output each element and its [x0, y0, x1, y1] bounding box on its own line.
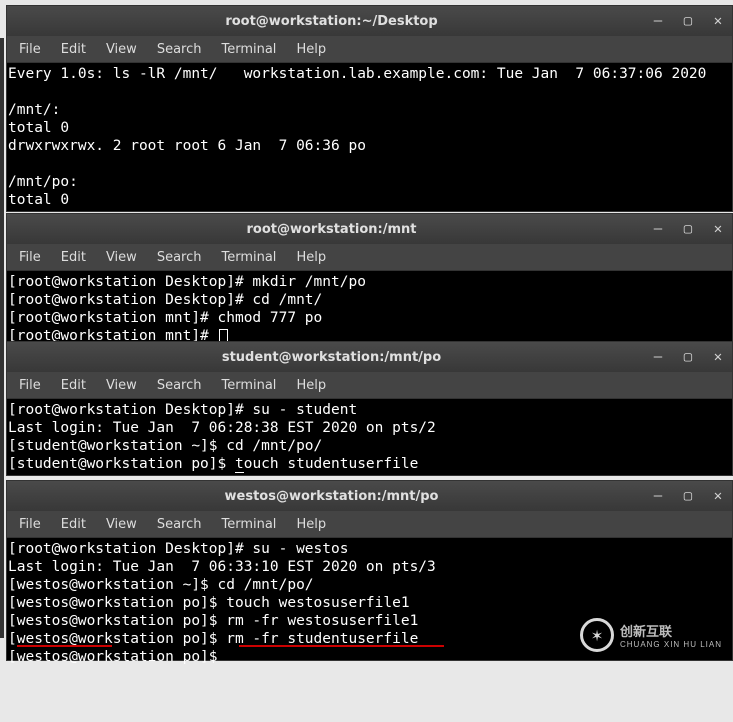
menu-edit[interactable]: Edit: [53, 39, 94, 60]
menu-help[interactable]: Help: [288, 247, 334, 268]
menubar: File Edit View Search Terminal Help: [7, 244, 732, 271]
menu-terminal[interactable]: Terminal: [213, 375, 284, 396]
maximize-icon[interactable]: ▢: [680, 221, 696, 237]
window-title: root@workstation:~/Desktop: [13, 14, 650, 29]
watermark-text-cn: 创新互联: [620, 621, 722, 640]
menubar: File Edit View Search Terminal Help: [7, 372, 732, 399]
titlebar[interactable]: student@workstation:/mnt/po — ▢ ✕: [7, 342, 732, 372]
menu-search[interactable]: Search: [149, 514, 210, 535]
close-icon[interactable]: ✕: [710, 221, 726, 237]
line: /mnt/:: [8, 102, 60, 118]
menu-terminal[interactable]: Terminal: [213, 247, 284, 268]
menu-search[interactable]: Search: [149, 375, 210, 396]
line: [student@workstation ~]$ cd /mnt/po/: [8, 438, 322, 454]
line: total 0: [8, 192, 69, 208]
window-title: root@workstation:/mnt: [13, 222, 650, 237]
titlebar[interactable]: root@workstation:/mnt — ▢ ✕: [7, 214, 732, 244]
cmd-frag: ouch studentuserfile: [244, 456, 419, 472]
watermark-text-en: CHUANG XIN HU LIAN: [620, 640, 722, 649]
menu-file[interactable]: File: [11, 514, 49, 535]
menu-help[interactable]: Help: [288, 39, 334, 60]
maximize-icon[interactable]: ▢: [680, 13, 696, 29]
menu-file[interactable]: File: [11, 375, 49, 396]
menu-help[interactable]: Help: [288, 375, 334, 396]
prompt: [westos@workstation po]$: [8, 649, 226, 665]
cmd-frag: t: [235, 456, 244, 473]
line: drwxrwxrwx. 2 root root 6 Jan 7 06:36 po: [8, 138, 366, 154]
menu-help[interactable]: Help: [288, 514, 334, 535]
close-icon[interactable]: ✕: [710, 13, 726, 29]
menu-view[interactable]: View: [98, 247, 145, 268]
menu-view[interactable]: View: [98, 375, 145, 396]
minimize-icon[interactable]: —: [650, 488, 666, 504]
terminal-output[interactable]: Every 1.0s: ls -lR /mnt/ workstation.lab…: [7, 63, 732, 211]
line: [westos@workstation po]$ touch westosuse…: [8, 595, 410, 611]
line: [root@workstation Desktop]# su - student: [8, 402, 357, 418]
window-title: student@workstation:/mnt/po: [13, 350, 650, 365]
window-title: westos@workstation:/mnt/po: [13, 489, 650, 504]
terminal-output[interactable]: [root@workstation Desktop]# mkdir /mnt/p…: [7, 271, 732, 347]
line: Every 1.0s: ls -lR /mnt/ workstation.lab…: [8, 66, 706, 82]
close-icon[interactable]: ✕: [710, 349, 726, 365]
menu-edit[interactable]: Edit: [53, 375, 94, 396]
line: Last login: Tue Jan 7 06:28:38 EST 2020 …: [8, 420, 436, 436]
menu-terminal[interactable]: Terminal: [213, 514, 284, 535]
maximize-icon[interactable]: ▢: [680, 488, 696, 504]
menubar: File Edit View Search Terminal Help: [7, 511, 732, 538]
line: [root@workstation Desktop]# cd /mnt/: [8, 292, 322, 308]
titlebar[interactable]: root@workstation:~/Desktop — ▢ ✕: [7, 6, 732, 36]
highlight-underline: [17, 645, 112, 647]
line: /mnt/po:: [8, 174, 78, 190]
menu-file[interactable]: File: [11, 247, 49, 268]
line: [root@workstation Desktop]# su - westos: [8, 541, 348, 557]
line: total 0: [8, 120, 69, 136]
highlight-underline: [239, 645, 444, 647]
line: [root@workstation Desktop]# mkdir /mnt/p…: [8, 274, 366, 290]
menu-view[interactable]: View: [98, 39, 145, 60]
watermark: ✶ 创新互联 CHUANG XIN HU LIAN: [580, 618, 722, 652]
line: Last login: Tue Jan 7 06:33:10 EST 2020 …: [8, 559, 436, 575]
menu-search[interactable]: Search: [149, 39, 210, 60]
minimize-icon[interactable]: —: [650, 13, 666, 29]
maximize-icon[interactable]: ▢: [680, 349, 696, 365]
menu-terminal[interactable]: Terminal: [213, 39, 284, 60]
menubar: File Edit View Search Terminal Help: [7, 36, 732, 63]
menu-view[interactable]: View: [98, 514, 145, 535]
terminal-window-3: student@workstation:/mnt/po — ▢ ✕ File E…: [6, 341, 733, 476]
menu-edit[interactable]: Edit: [53, 247, 94, 268]
prompt: [student@workstation po]$: [8, 456, 235, 472]
minimize-icon[interactable]: —: [650, 221, 666, 237]
terminal-window-4: westos@workstation:/mnt/po — ▢ ✕ File Ed…: [6, 480, 733, 661]
terminal-output[interactable]: [root@workstation Desktop]# su - student…: [7, 399, 732, 475]
close-icon[interactable]: ✕: [710, 488, 726, 504]
minimize-icon[interactable]: —: [650, 349, 666, 365]
titlebar[interactable]: westos@workstation:/mnt/po — ▢ ✕: [7, 481, 732, 511]
desktop-panel: [0, 38, 4, 638]
menu-search[interactable]: Search: [149, 247, 210, 268]
menu-file[interactable]: File: [11, 39, 49, 60]
line: [westos@workstation po]$ rm -fr westosus…: [8, 613, 418, 629]
terminal-window-2: root@workstation:/mnt — ▢ ✕ File Edit Vi…: [6, 213, 733, 348]
watermark-logo-icon: ✶: [580, 618, 614, 652]
line: [westos@workstation ~]$ cd /mnt/po/: [8, 577, 314, 593]
terminal-window-1: root@workstation:~/Desktop — ▢ ✕ File Ed…: [6, 5, 733, 212]
menu-edit[interactable]: Edit: [53, 514, 94, 535]
line: [root@workstation mnt]# chmod 777 po: [8, 310, 322, 326]
